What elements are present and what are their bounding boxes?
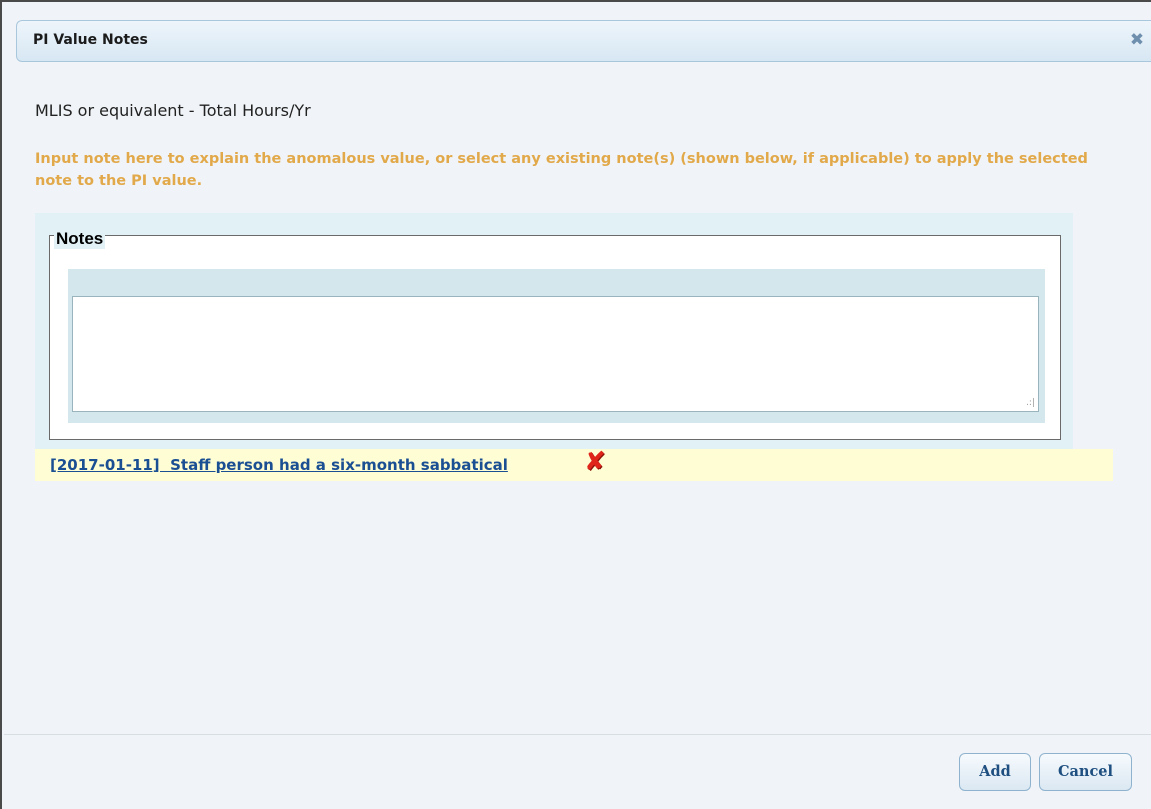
- existing-note-row: [2017-01-11] Staff person had a six-mont…: [35, 449, 1113, 481]
- dialog-title: PI Value Notes: [33, 32, 148, 48]
- instruction-text: Input note here to explain the anomalous…: [35, 151, 1088, 189]
- note-input[interactable]: [72, 296, 1039, 412]
- notes-legend: Notes: [54, 229, 106, 249]
- notes-panel: .:| Notes: [35, 213, 1073, 449]
- note-input-container: .:|: [68, 269, 1045, 423]
- existing-note-link[interactable]: [2017-01-11] Staff person had a six-mont…: [50, 456, 508, 474]
- dialog-titlebar: PI Value Notes ✖: [16, 20, 1151, 62]
- pi-value-notes-dialog: PI Value Notes ✖ MLIS or equivalent - To…: [0, 0, 1151, 809]
- close-icon[interactable]: ✖: [1127, 30, 1147, 50]
- add-button[interactable]: Add: [959, 753, 1031, 791]
- notes-fieldset: .:|: [49, 235, 1061, 440]
- delete-note-icon[interactable]: ✘: [584, 449, 606, 475]
- pi-name-label: MLIS or equivalent - Total Hours/Yr: [35, 101, 311, 120]
- cancel-button[interactable]: Cancel: [1039, 753, 1132, 791]
- footer-divider: [4, 734, 1151, 735]
- resize-grip-icon[interactable]: .:|: [1026, 399, 1035, 408]
